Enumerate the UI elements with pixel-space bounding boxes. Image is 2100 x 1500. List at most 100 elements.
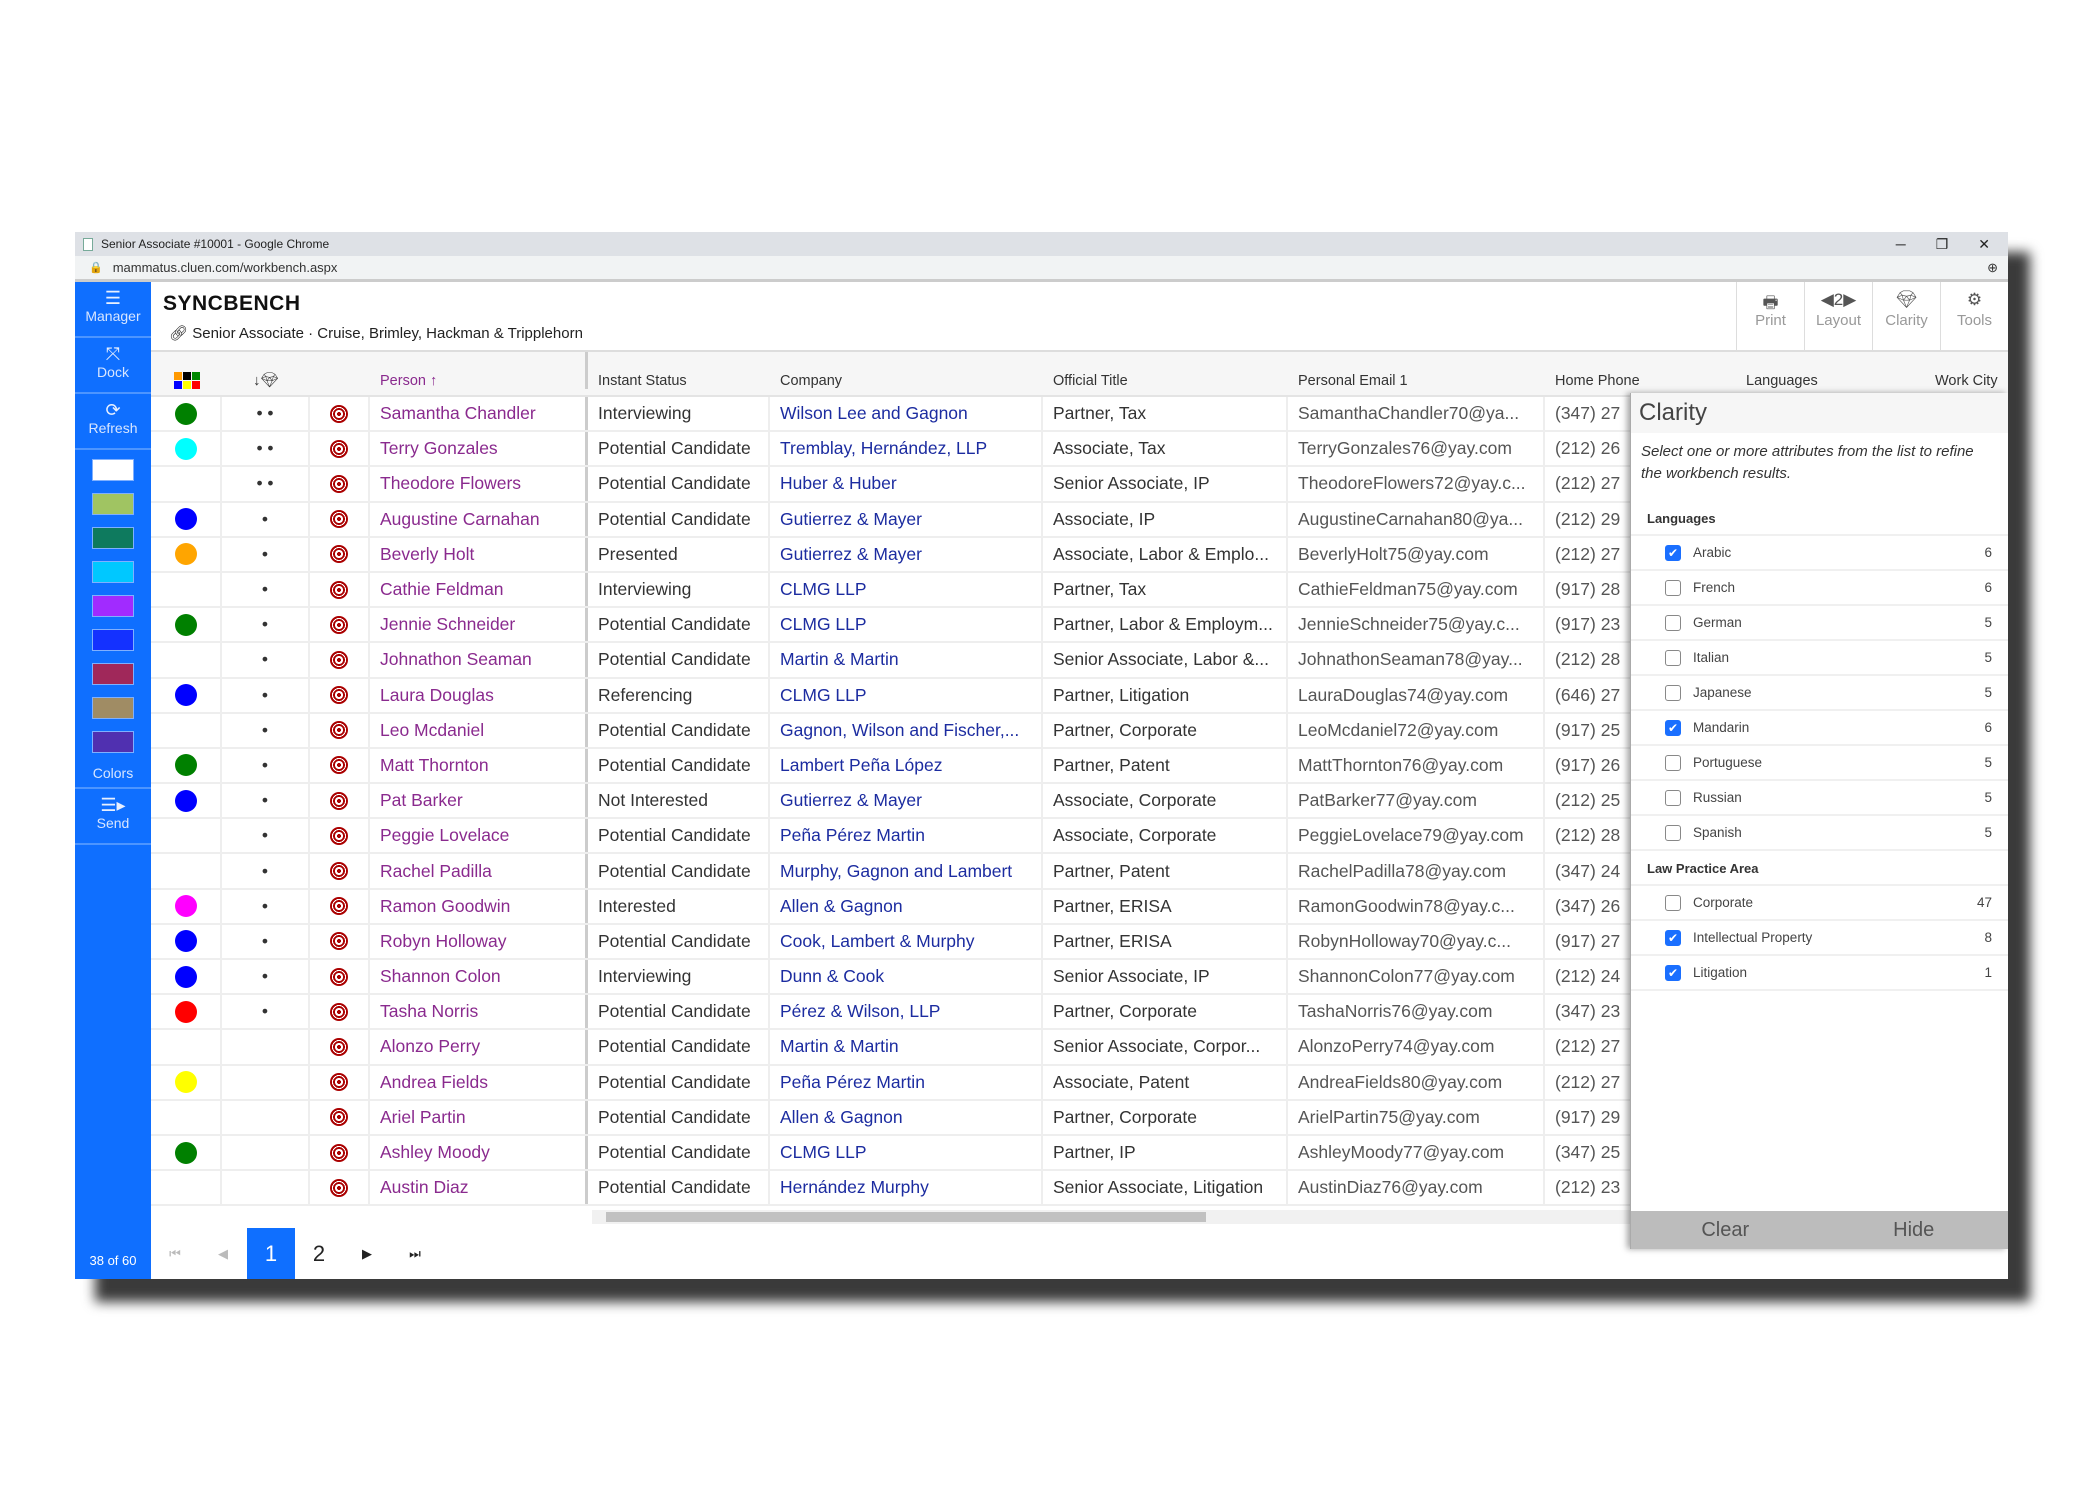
color-cell[interactable] (151, 1100, 222, 1134)
person-name-link[interactable]: Tasha Norris (370, 995, 588, 1029)
target-cell[interactable] (310, 572, 370, 607)
target-cell[interactable] (310, 713, 370, 747)
person-name-link[interactable]: Pat Barker (370, 784, 588, 818)
color-swatch[interactable] (92, 527, 134, 549)
company-link[interactable]: Gutierrez & Mayer (770, 537, 1043, 571)
color-cell[interactable] (151, 467, 222, 501)
status-column-header[interactable]: Instant Status (588, 352, 770, 389)
color-swatch[interactable] (92, 629, 134, 651)
filter-option[interactable]: French 6 (1631, 571, 2008, 606)
color-cell[interactable] (151, 537, 222, 571)
color-cell[interactable] (151, 397, 222, 431)
checkbox[interactable]: ✔ (1665, 929, 1681, 946)
target-icon[interactable] (330, 580, 348, 599)
target-cell[interactable] (310, 502, 370, 536)
close-button[interactable]: ✕ (1978, 236, 1990, 253)
target-cell[interactable] (310, 1171, 370, 1205)
person-name-link[interactable]: Jennie Schneider (370, 608, 588, 642)
prev-page-button[interactable]: ◀ (199, 1228, 247, 1279)
color-swatch[interactable] (92, 493, 134, 515)
color-swatch[interactable] (92, 595, 134, 617)
filter-option[interactable]: Russian 5 (1631, 781, 2008, 816)
target-cell[interactable] (310, 1065, 370, 1099)
checkbox[interactable]: ✔ (1665, 544, 1681, 561)
zoom-icon[interactable]: ⊕ (1987, 260, 2008, 276)
target-cell[interactable] (310, 924, 370, 958)
color-cell[interactable] (151, 819, 222, 853)
print-button[interactable]: 🖶 Print (1736, 282, 1804, 350)
clear-button[interactable]: Clear (1631, 1211, 1820, 1249)
target-icon[interactable] (330, 862, 348, 881)
company-link[interactable]: CLMG LLP (770, 572, 1043, 607)
target-cell[interactable] (310, 1030, 370, 1064)
phone-column-header[interactable]: Home Phone (1545, 352, 1736, 389)
checkbox[interactable] (1665, 579, 1681, 596)
color-column-header[interactable] (151, 352, 222, 389)
target-cell[interactable] (310, 1100, 370, 1134)
color-cell[interactable] (151, 854, 222, 888)
city-column-header[interactable]: Work City (1925, 352, 2008, 389)
target-cell[interactable] (310, 397, 370, 431)
restore-button[interactable]: ❐ (1936, 236, 1949, 253)
company-column-header[interactable]: Company (770, 352, 1043, 389)
person-name-link[interactable]: Cathie Feldman (370, 572, 588, 607)
company-link[interactable]: Hernández Murphy (770, 1171, 1043, 1205)
company-link[interactable]: Martin & Martin (770, 1030, 1043, 1064)
color-cell[interactable] (151, 889, 222, 923)
page-2-button[interactable]: 2 (295, 1228, 343, 1279)
color-cell[interactable] (151, 502, 222, 536)
email-column-header[interactable]: Personal Email 1 (1288, 352, 1545, 389)
person-name-link[interactable]: Johnathon Seaman (370, 643, 588, 677)
company-link[interactable]: CLMG LLP (770, 678, 1043, 712)
target-icon[interactable] (330, 1143, 348, 1162)
company-link[interactable]: Allen & Gagnon (770, 1100, 1043, 1134)
target-icon[interactable] (330, 1002, 348, 1021)
target-cell[interactable] (310, 467, 370, 501)
color-cell[interactable] (151, 678, 222, 712)
target-icon[interactable] (330, 721, 348, 740)
target-icon[interactable] (330, 1037, 348, 1056)
person-name-link[interactable]: Ramon Goodwin (370, 889, 588, 923)
target-cell[interactable] (310, 748, 370, 783)
target-icon[interactable] (330, 1178, 348, 1197)
color-cell[interactable] (151, 1171, 222, 1205)
filter-option[interactable]: Corporate 47 (1631, 886, 2008, 921)
target-icon[interactable] (330, 404, 348, 423)
person-name-link[interactable]: Alonzo Perry (370, 1030, 588, 1064)
target-cell[interactable] (310, 854, 370, 888)
tools-button[interactable]: ⚙ Tools (1940, 282, 2008, 350)
company-link[interactable]: Peña Pérez Martin (770, 819, 1043, 853)
person-name-link[interactable]: Austin Diaz (370, 1171, 588, 1205)
checkbox[interactable]: ✔ (1665, 964, 1681, 981)
next-page-button[interactable]: ▶ (343, 1228, 391, 1279)
manager-button[interactable]: ☰ Manager (75, 282, 151, 338)
color-cell[interactable] (151, 1135, 222, 1170)
person-name-link[interactable]: Leo Mcdaniel (370, 713, 588, 747)
filter-option[interactable]: ✔ Mandarin 6 (1631, 711, 2008, 746)
company-link[interactable]: Gutierrez & Mayer (770, 502, 1043, 536)
dock-button[interactable]: ⤧ Dock (75, 338, 151, 394)
target-icon[interactable] (330, 510, 348, 529)
company-link[interactable]: Cook, Lambert & Murphy (770, 924, 1043, 958)
target-icon[interactable] (330, 826, 348, 845)
filter-option[interactable]: Japanese 5 (1631, 676, 2008, 711)
company-link[interactable]: Gagnon, Wilson and Fischer,... (770, 713, 1043, 747)
company-link[interactable]: Wilson Lee and Gagnon (770, 397, 1043, 431)
color-swatch[interactable] (92, 459, 134, 481)
person-name-link[interactable]: Ariel Partin (370, 1100, 588, 1134)
person-name-link[interactable]: Theodore Flowers (370, 467, 588, 501)
filter-option[interactable]: ✔ Intellectual Property 8 (1631, 921, 2008, 956)
link-icon[interactable]: 🔗︎ (169, 325, 192, 342)
target-icon[interactable] (330, 791, 348, 810)
checkbox[interactable] (1665, 789, 1681, 806)
page-1-button[interactable]: 1 (247, 1228, 295, 1279)
checkbox[interactable] (1665, 754, 1681, 771)
color-swatch[interactable] (92, 731, 134, 753)
company-link[interactable]: Huber & Huber (770, 467, 1043, 501)
last-page-button[interactable]: ⏭ (391, 1228, 439, 1279)
company-link[interactable]: CLMG LLP (770, 608, 1043, 642)
person-column-header[interactable]: Person ↑ (370, 352, 588, 389)
checkbox[interactable]: ✔ (1665, 719, 1681, 736)
hide-button[interactable]: Hide (1820, 1211, 2009, 1249)
company-link[interactable]: Tremblay, Hernández, LLP (770, 432, 1043, 466)
